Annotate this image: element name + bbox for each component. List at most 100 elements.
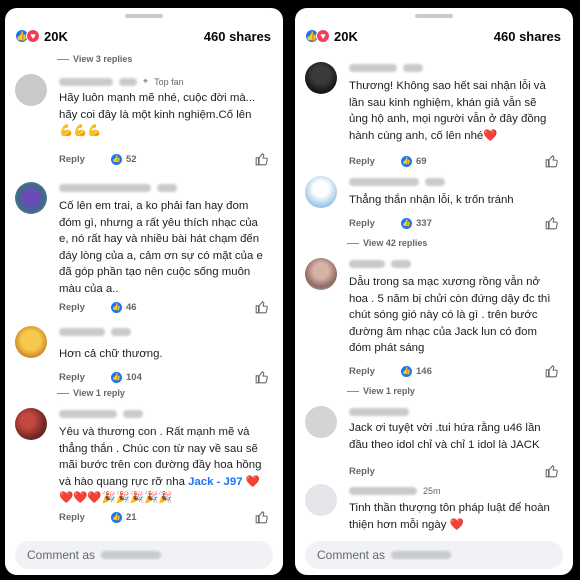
comment-item: Yêu và thương con . Rất mạnh mẽ và thẳng…: [15, 408, 273, 528]
comment-text: Tinh thần thượng tôn pháp luật để hoàn t…: [349, 502, 550, 531]
shares-count[interactable]: 460 shares: [204, 29, 271, 44]
comment-text: Thương! Không sao hết sai nhận lỗi và lầ…: [349, 80, 547, 142]
comment-author[interactable]: [59, 410, 143, 418]
reply-button[interactable]: Reply: [349, 218, 401, 229]
comment-actions: Reply 👍 146: [349, 364, 563, 378]
reply-button[interactable]: Reply: [349, 366, 401, 377]
screenshot-stage: 👍 ♥ 20K 460 shares View 3 replies ⌖ Top …: [0, 0, 580, 580]
like-count[interactable]: 👍 21: [111, 511, 137, 523]
thumbs-up-icon[interactable]: [255, 300, 269, 314]
comment-author[interactable]: [59, 184, 177, 192]
reply-button[interactable]: Reply: [349, 466, 401, 477]
avatar[interactable]: [305, 258, 337, 290]
comment-text: Jack ơi tuyệt vời .tui hứa rằng u46 lần …: [349, 422, 541, 451]
thumbs-up-icon[interactable]: [545, 216, 559, 230]
reactions-summary[interactable]: 👍 ♥ 20K: [15, 29, 68, 44]
comment-author[interactable]: [349, 178, 445, 186]
comment-author[interactable]: 25m: [349, 486, 441, 496]
comment-text: Hãy luôn mạnh mẽ nhé, cuộc đời mà... hãy…: [59, 92, 256, 138]
like-reaction-icon: 👍: [111, 371, 122, 383]
comment-item: Thương! Không sao hết sai nhận lỗi và lầ…: [305, 62, 563, 172]
like-count[interactable]: 👍 104: [111, 371, 142, 383]
reactions-count: 20K: [44, 28, 68, 44]
reactions-summary[interactable]: 👍 ♥ 20K: [305, 29, 358, 44]
comment-text: Yêu và thương con . Rất mạnh mẽ và thẳng…: [59, 426, 262, 505]
avatar[interactable]: [15, 408, 47, 440]
comment-item: Thẳng thắn nhận lỗi, k trốn tránh Reply …: [305, 176, 563, 236]
reply-button[interactable]: Reply: [59, 302, 111, 313]
avatar[interactable]: [15, 326, 47, 358]
comment-item: ⌖ Top fan Hãy luôn mạnh mẽ nhé, cuộc đời…: [15, 74, 273, 174]
comment-text: Cố lên em trai, a ko phải fan hay đom đó…: [59, 200, 263, 295]
comments-sheet-left: 👍 ♥ 20K 460 shares View 3 replies ⌖ Top …: [5, 8, 283, 575]
comment-author[interactable]: ⌖ Top fan: [59, 76, 184, 87]
like-reaction-icon: 👍: [401, 155, 412, 167]
view-replies-link[interactable]: View 42 replies: [347, 238, 427, 248]
thumbs-up-icon[interactable]: [255, 152, 269, 166]
comment-author[interactable]: [349, 260, 411, 268]
shares-count[interactable]: 460 shares: [494, 29, 561, 44]
comment-input[interactable]: Comment as: [15, 541, 273, 569]
like-reaction-icon: 👍: [111, 301, 122, 313]
thumbs-up-icon[interactable]: [545, 154, 559, 168]
comments-list[interactable]: View 3 replies ⌖ Top fan Hãy luôn mạnh m…: [5, 52, 283, 535]
comment-actions: Reply 👍 337: [349, 216, 563, 230]
love-reaction-icon: ♥: [316, 29, 330, 43]
like-count[interactable]: 👍 52: [111, 153, 137, 165]
reactions-bar: 👍 ♥ 20K 460 shares: [305, 24, 561, 48]
mention-link[interactable]: Jack - J97: [188, 476, 242, 488]
like-reaction-icon: 👍: [401, 365, 412, 377]
sheet-grabber[interactable]: [125, 14, 163, 18]
comment-author[interactable]: [349, 64, 423, 72]
like-reaction-icon: 👍: [401, 217, 412, 229]
view-replies-link[interactable]: View 3 replies: [57, 54, 132, 64]
reply-button[interactable]: Reply: [349, 156, 401, 167]
reply-button[interactable]: Reply: [59, 372, 111, 383]
avatar[interactable]: [305, 484, 337, 516]
comment-text: Dẫu trong sa mạc xương rồng vẫn nở hoa .…: [349, 276, 551, 355]
comment-author[interactable]: [59, 328, 131, 336]
avatar[interactable]: [305, 176, 337, 208]
comment-input[interactable]: Comment as: [305, 541, 563, 569]
comment-actions: Reply 👍 69: [349, 154, 563, 168]
top-fan-badge-icon: ⌖: [143, 76, 149, 86]
reply-button[interactable]: Reply: [59, 512, 111, 523]
avatar[interactable]: [305, 406, 337, 438]
like-reaction-icon: 👍: [111, 511, 122, 523]
like-count[interactable]: 👍 146: [401, 365, 432, 377]
avatar[interactable]: [305, 62, 337, 94]
top-fan-label: Top fan: [154, 76, 184, 87]
love-reaction-icon: ♥: [26, 29, 40, 43]
comments-sheet-right: 👍 ♥ 20K 460 shares Thương! Không sao hết…: [295, 8, 573, 575]
comment-actions: Reply: [349, 464, 563, 478]
reactions-count: 20K: [334, 28, 358, 44]
reply-button[interactable]: Reply: [59, 154, 111, 165]
sheet-grabber[interactable]: [415, 14, 453, 18]
comment-actions: Reply 👍 46: [59, 300, 273, 314]
comment-actions: Reply 👍 21: [59, 510, 273, 524]
comment-actions: Reply 👍 52: [59, 152, 273, 166]
view-reply-link[interactable]: View 1 reply: [57, 388, 125, 398]
thumbs-up-icon[interactable]: [545, 464, 559, 478]
comment-text: Hơn cả chữ thương.: [59, 348, 163, 360]
comments-list[interactable]: Thương! Không sao hết sai nhận lỗi và lầ…: [295, 52, 573, 535]
like-count[interactable]: 👍 337: [401, 217, 432, 229]
comment-actions: Reply 👍 104: [59, 370, 273, 384]
thumbs-up-icon[interactable]: [545, 364, 559, 378]
reactions-bar: 👍 ♥ 20K 460 shares: [15, 24, 271, 48]
avatar[interactable]: [15, 74, 47, 106]
comment-item: 25m Tinh thần thượng tôn pháp luật để ho…: [305, 484, 563, 535]
comment-item: Jack ơi tuyệt vời .tui hứa rằng u46 lần …: [305, 406, 563, 482]
avatar[interactable]: [15, 182, 47, 214]
comment-time: 25m: [423, 486, 441, 496]
like-count[interactable]: 👍 69: [401, 155, 427, 167]
comment-item: Hơn cả chữ thương. Reply 👍 104: [15, 326, 273, 386]
comment-item: Dẫu trong sa mạc xương rồng vẫn nở hoa .…: [305, 258, 563, 382]
thumbs-up-icon[interactable]: [255, 510, 269, 524]
comment-author[interactable]: [349, 408, 409, 416]
comment-item: Cố lên em trai, a ko phải fan hay đom đó…: [15, 182, 273, 322]
like-reaction-icon: 👍: [111, 153, 122, 165]
view-reply-link[interactable]: View 1 reply: [347, 386, 415, 396]
like-count[interactable]: 👍 46: [111, 301, 137, 313]
thumbs-up-icon[interactable]: [255, 370, 269, 384]
